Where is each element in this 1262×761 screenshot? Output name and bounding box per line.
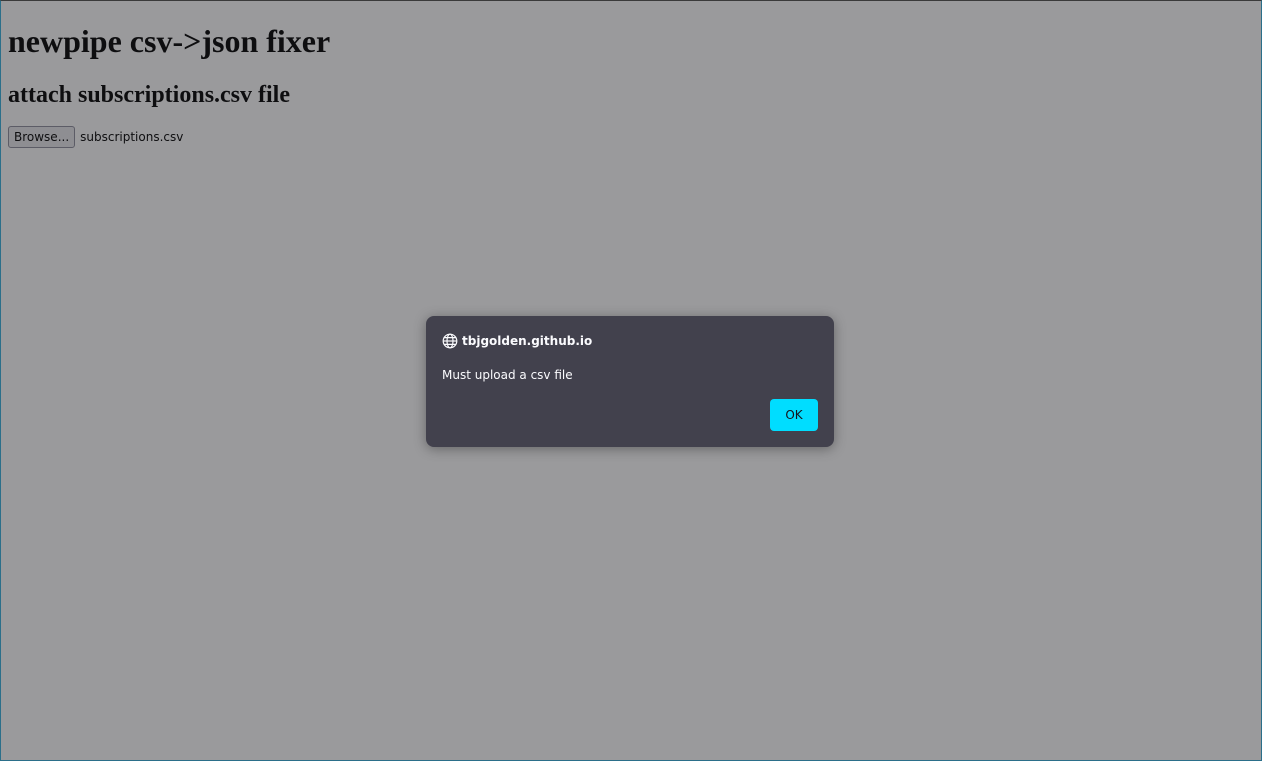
window-frame: [0, 0, 1262, 761]
